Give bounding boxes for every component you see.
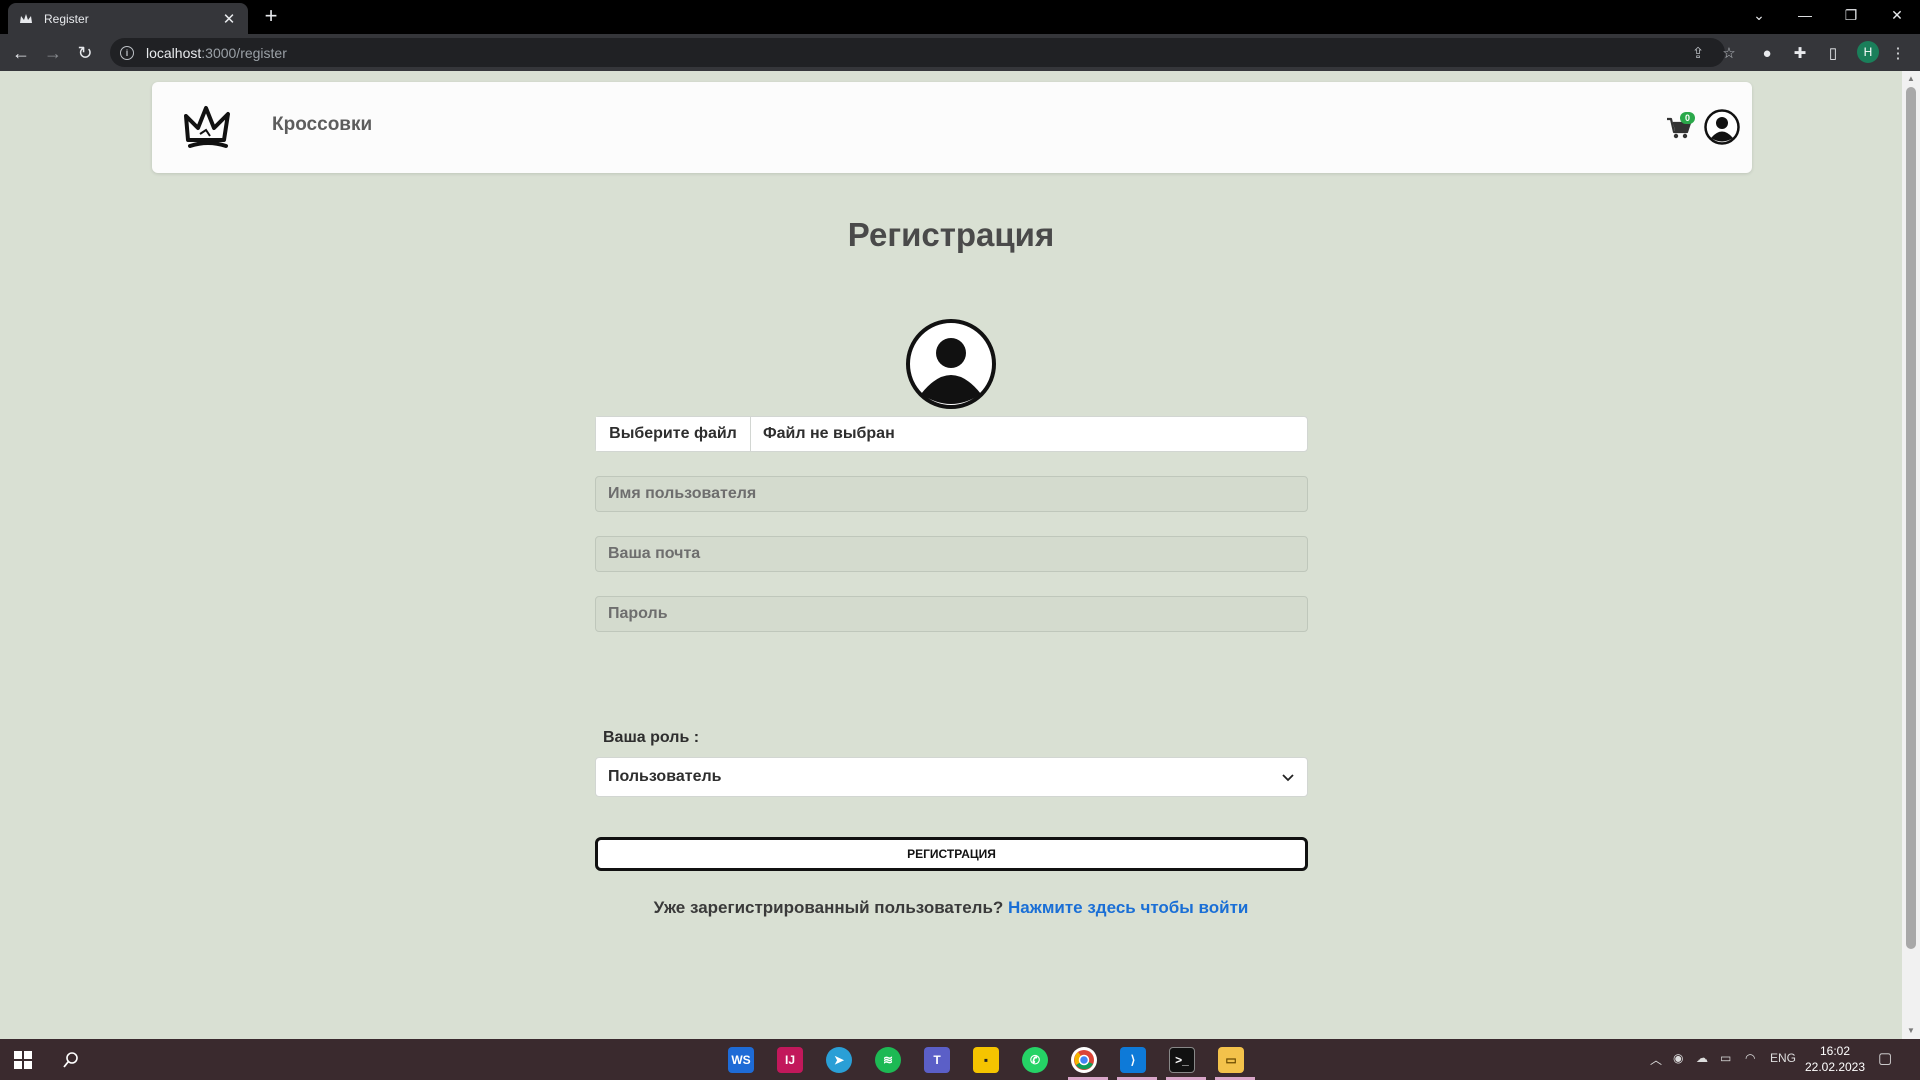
login-link[interactable]: Нажмите здесь чтобы войти — [1008, 898, 1248, 917]
avatar-file-input[interactable]: Выберите файл Файл не выбран — [595, 416, 1308, 452]
username-field[interactable] — [595, 476, 1308, 512]
system-clock[interactable]: 16:02 22.02.2023 — [1800, 1043, 1870, 1075]
close-window-icon[interactable]: ✕ — [1874, 0, 1920, 30]
scroll-up-icon[interactable]: ▲ — [1907, 74, 1915, 83]
scroll-down-icon[interactable]: ▼ — [1907, 1026, 1915, 1035]
page-viewport: Кроссовки 0 Регистрация Выберите файл Фа… — [0, 71, 1902, 1039]
wifi-icon[interactable]: ◠ — [1745, 1051, 1755, 1065]
extension-icon[interactable]: ● — [1757, 43, 1777, 63]
reload-icon[interactable]: ↻ — [72, 40, 98, 66]
cart-count-badge: 0 — [1680, 112, 1695, 124]
windows-taskbar: WS IJ ➤ ≋ T ▪ ✆ ⟩ >_ ▭ ︿ ◉ ☁ ▭ ◠ ENG 16:… — [0, 1039, 1920, 1080]
file-explorer-icon[interactable]: ▭ — [1218, 1047, 1244, 1073]
telegram-icon[interactable]: ➤ — [826, 1047, 852, 1073]
whatsapp-icon[interactable]: ✆ — [1022, 1047, 1048, 1073]
crown-logo-icon[interactable] — [180, 100, 236, 156]
role-label: Ваша роль : — [603, 729, 700, 746]
url-host: localhost — [146, 44, 202, 61]
crown-favicon-icon — [18, 11, 34, 27]
restore-icon[interactable]: ❐ — [1828, 0, 1874, 30]
back-icon[interactable]: ← — [8, 40, 34, 66]
notifications-icon[interactable]: ▢ — [1878, 1049, 1892, 1067]
page-title: Регистрация — [847, 216, 1055, 253]
role-selected-value: Пользователь — [608, 768, 722, 785]
login-prompt-line: Уже зарегистрированный пользователь? Наж… — [0, 898, 1902, 918]
forward-icon[interactable]: → — [40, 40, 66, 66]
email-field[interactable] — [595, 536, 1308, 572]
site-info-icon[interactable]: i — [120, 45, 134, 60]
clock-date: 22.02.2023 — [1804, 1060, 1866, 1074]
address-bar[interactable]: i localhost:3000/register ⇪ ☆ — [110, 38, 1736, 67]
site-header: Кроссовки 0 — [152, 82, 1752, 173]
chevron-down-icon — [1282, 774, 1294, 782]
tray-app-icon[interactable]: ◉ — [1673, 1051, 1683, 1065]
chrome-icon[interactable] — [1071, 1047, 1097, 1073]
choose-file-button[interactable]: Выберите файл — [596, 417, 751, 451]
webstorm-icon[interactable]: WS — [728, 1047, 754, 1073]
battery-icon[interactable]: ▭ — [1720, 1051, 1731, 1065]
browser-tab[interactable]: Register ✕ — [8, 3, 248, 34]
new-tab-icon[interactable]: + — [260, 5, 282, 27]
windows-start-icon[interactable] — [10, 1047, 36, 1073]
user-account-icon[interactable] — [1704, 109, 1740, 145]
password-field[interactable] — [595, 596, 1308, 632]
tab-title: Register — [44, 11, 89, 26]
login-prompt-text: Уже зарегистрированный пользователь? — [653, 898, 1004, 917]
user-avatar-icon — [906, 319, 996, 409]
language-indicator[interactable]: ENG — [1770, 1051, 1796, 1065]
profile-avatar[interactable]: H — [1857, 41, 1879, 63]
terminal-icon[interactable]: >_ — [1169, 1047, 1195, 1073]
puzzle-extensions-icon[interactable]: ✚ — [1790, 43, 1810, 63]
url-path: :3000/register — [201, 44, 287, 61]
vscode-icon[interactable]: ⟩ — [1120, 1047, 1146, 1073]
side-panel-icon[interactable]: ▯ — [1823, 43, 1843, 63]
browser-toolbar: ← → ↻ i localhost:3000/register ⇪ ☆ ● ✚ … — [0, 34, 1920, 71]
sticky-notes-icon[interactable]: ▪ — [973, 1047, 999, 1073]
scroll-thumb[interactable] — [1906, 87, 1916, 949]
chrome-menu-icon[interactable]: ⋮ — [1888, 43, 1908, 63]
tab-search-icon[interactable]: ⌄ — [1736, 0, 1782, 30]
intellij-icon[interactable]: IJ — [777, 1047, 803, 1073]
spotify-icon[interactable]: ≋ — [875, 1047, 901, 1073]
clock-time: 16:02 — [1819, 1044, 1851, 1058]
browser-tab-bar: Register ✕ + ⌄ — ❐ ✕ — [0, 0, 1920, 34]
close-tab-icon[interactable]: ✕ — [220, 10, 238, 28]
page-scrollbar[interactable]: ▲ ▼ — [1902, 71, 1920, 1039]
brand-name[interactable]: Кроссовки — [272, 114, 372, 136]
onedrive-icon[interactable]: ☁ — [1696, 1051, 1708, 1065]
role-select[interactable]: Пользователь — [595, 757, 1308, 797]
tray-overflow-icon[interactable]: ︿ — [1650, 1051, 1662, 1068]
register-button[interactable]: РЕГИСТРАЦИЯ — [595, 837, 1308, 871]
minimize-icon[interactable]: — — [1782, 0, 1828, 30]
teams-icon[interactable]: T — [924, 1047, 950, 1073]
share-icon[interactable]: ⇪ — [1689, 44, 1707, 62]
bookmark-star-icon[interactable]: ☆ — [1720, 44, 1738, 62]
file-status-text: Файл не выбран — [763, 425, 895, 442]
search-icon[interactable] — [58, 1047, 84, 1073]
